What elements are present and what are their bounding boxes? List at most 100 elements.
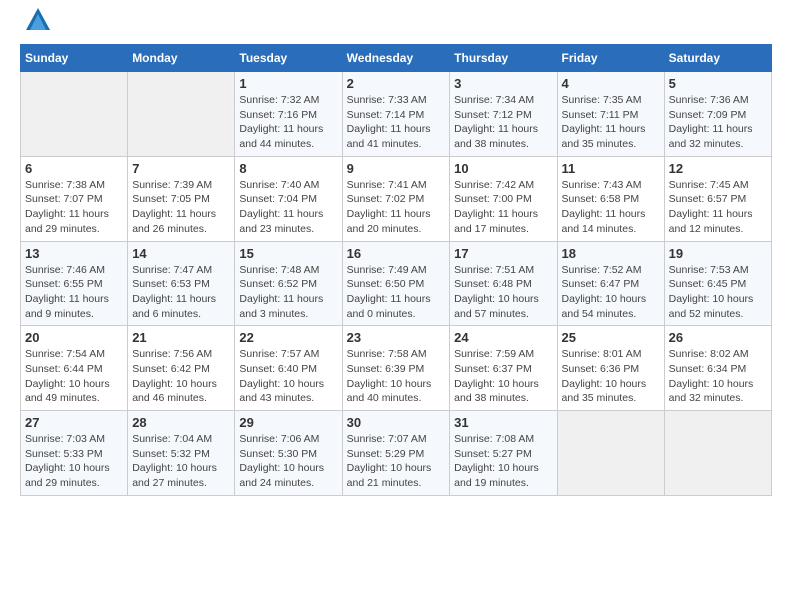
day-info: Sunrise: 7:41 AM Sunset: 7:02 PM Dayligh…: [347, 178, 446, 237]
calendar-day-cell: [557, 411, 664, 496]
day-info: Sunrise: 7:48 AM Sunset: 6:52 PM Dayligh…: [239, 263, 337, 322]
day-number: 21: [132, 330, 230, 345]
calendar-day-cell: 16 Sunrise: 7:49 AM Sunset: 6:50 PM Dayli…: [342, 241, 450, 326]
day-info: Sunrise: 7:56 AM Sunset: 6:42 PM Dayligh…: [132, 347, 230, 406]
day-info: Sunrise: 7:32 AM Sunset: 7:16 PM Dayligh…: [239, 93, 337, 152]
day-number: 12: [669, 161, 767, 176]
day-number: 27: [25, 415, 123, 430]
calendar-day-header: Tuesday: [235, 45, 342, 72]
day-info: Sunrise: 7:39 AM Sunset: 7:05 PM Dayligh…: [132, 178, 230, 237]
day-number: 7: [132, 161, 230, 176]
calendar-day-cell: [664, 411, 771, 496]
calendar-day-cell: 9Sunrise: 7:41 AM Sunset: 7:02 PM Daylig…: [342, 156, 450, 241]
day-number: 23: [347, 330, 446, 345]
day-info: Sunrise: 7:36 AM Sunset: 7:09 PM Dayligh…: [669, 93, 767, 152]
calendar-day-cell: 22 Sunrise: 7:57 AM Sunset: 6:40 PM Dayli…: [235, 326, 342, 411]
day-info: Sunrise: 7:59 AM Sunset: 6:37 PM Dayligh…: [454, 347, 552, 406]
calendar-day-cell: 24Sunrise: 7:59 AM Sunset: 6:37 PM Dayli…: [450, 326, 557, 411]
calendar-day-cell: 13Sunrise: 7:46 AM Sunset: 6:55 PM Dayli…: [21, 241, 128, 326]
calendar-day-cell: 18 Sunrise: 7:52 AM Sunset: 6:47 PM Dayli…: [557, 241, 664, 326]
calendar-day-header: Thursday: [450, 45, 557, 72]
day-number: 22: [239, 330, 337, 345]
calendar-day-cell: 5 Sunrise: 7:36 AM Sunset: 7:09 PM Daylig…: [664, 72, 771, 157]
logo: [20, 20, 52, 34]
calendar-day-header: Sunday: [21, 45, 128, 72]
calendar-week-row: 27 Sunrise: 7:03 AM Sunset: 5:33 PM Dayli…: [21, 411, 772, 496]
day-info: Sunrise: 7:42 AM Sunset: 7:00 PM Dayligh…: [454, 178, 552, 237]
day-number: 8: [239, 161, 337, 176]
day-number: 25: [562, 330, 660, 345]
day-info: Sunrise: 7:40 AM Sunset: 7:04 PM Dayligh…: [239, 178, 337, 237]
day-number: 28: [132, 415, 230, 430]
day-info: Sunrise: 8:02 AM Sunset: 6:34 PM Dayligh…: [669, 347, 767, 406]
calendar-day-cell: 7 Sunrise: 7:39 AM Sunset: 7:05 PM Daylig…: [128, 156, 235, 241]
day-info: Sunrise: 7:47 AM Sunset: 6:53 PM Dayligh…: [132, 263, 230, 322]
day-number: 4: [562, 76, 660, 91]
day-number: 14: [132, 246, 230, 261]
day-info: Sunrise: 7:52 AM Sunset: 6:47 PM Dayligh…: [562, 263, 660, 322]
day-number: 16: [347, 246, 446, 261]
day-info: Sunrise: 7:03 AM Sunset: 5:33 PM Dayligh…: [25, 432, 123, 491]
calendar-day-cell: 27 Sunrise: 7:03 AM Sunset: 5:33 PM Dayli…: [21, 411, 128, 496]
day-info: Sunrise: 7:53 AM Sunset: 6:45 PM Dayligh…: [669, 263, 767, 322]
day-info: Sunrise: 7:49 AM Sunset: 6:50 PM Dayligh…: [347, 263, 446, 322]
calendar-header-row: SundayMondayTuesdayWednesdayThursdayFrid…: [21, 45, 772, 72]
day-info: Sunrise: 7:34 AM Sunset: 7:12 PM Dayligh…: [454, 93, 552, 152]
calendar-week-row: 6Sunrise: 7:38 AM Sunset: 7:07 PM Daylig…: [21, 156, 772, 241]
calendar-day-header: Wednesday: [342, 45, 450, 72]
calendar-day-cell: 19 Sunrise: 7:53 AM Sunset: 6:45 PM Dayli…: [664, 241, 771, 326]
calendar-day-cell: 17 Sunrise: 7:51 AM Sunset: 6:48 PM Dayli…: [450, 241, 557, 326]
logo-icon: [24, 6, 52, 34]
day-number: 1: [239, 76, 337, 91]
calendar-table: SundayMondayTuesdayWednesdayThursdayFrid…: [20, 44, 772, 496]
calendar-day-cell: 1 Sunrise: 7:32 AM Sunset: 7:16 PM Daylig…: [235, 72, 342, 157]
day-info: Sunrise: 7:54 AM Sunset: 6:44 PM Dayligh…: [25, 347, 123, 406]
calendar-day-cell: 30Sunrise: 7:07 AM Sunset: 5:29 PM Dayli…: [342, 411, 450, 496]
calendar-day-cell: 23 Sunrise: 7:58 AM Sunset: 6:39 PM Dayli…: [342, 326, 450, 411]
day-info: Sunrise: 7:33 AM Sunset: 7:14 PM Dayligh…: [347, 93, 446, 152]
day-info: Sunrise: 7:06 AM Sunset: 5:30 PM Dayligh…: [239, 432, 337, 491]
calendar-week-row: 1 Sunrise: 7:32 AM Sunset: 7:16 PM Daylig…: [21, 72, 772, 157]
day-number: 10: [454, 161, 552, 176]
calendar-day-header: Monday: [128, 45, 235, 72]
calendar-day-cell: 28 Sunrise: 7:04 AM Sunset: 5:32 PM Dayli…: [128, 411, 235, 496]
day-number: 26: [669, 330, 767, 345]
calendar-day-cell: 10 Sunrise: 7:42 AM Sunset: 7:00 PM Dayli…: [450, 156, 557, 241]
calendar-day-cell: 4 Sunrise: 7:35 AM Sunset: 7:11 PM Daylig…: [557, 72, 664, 157]
day-number: 17: [454, 246, 552, 261]
day-info: Sunrise: 7:57 AM Sunset: 6:40 PM Dayligh…: [239, 347, 337, 406]
day-number: 29: [239, 415, 337, 430]
page-header: [20, 20, 772, 34]
day-number: 3: [454, 76, 552, 91]
day-info: Sunrise: 7:58 AM Sunset: 6:39 PM Dayligh…: [347, 347, 446, 406]
day-number: 19: [669, 246, 767, 261]
calendar-day-cell: 3 Sunrise: 7:34 AM Sunset: 7:12 PM Daylig…: [450, 72, 557, 157]
calendar-day-header: Saturday: [664, 45, 771, 72]
day-info: Sunrise: 7:04 AM Sunset: 5:32 PM Dayligh…: [132, 432, 230, 491]
day-info: Sunrise: 7:45 AM Sunset: 6:57 PM Dayligh…: [669, 178, 767, 237]
calendar-day-cell: [128, 72, 235, 157]
calendar-day-cell: 25 Sunrise: 8:01 AM Sunset: 6:36 PM Dayli…: [557, 326, 664, 411]
day-info: Sunrise: 7:35 AM Sunset: 7:11 PM Dayligh…: [562, 93, 660, 152]
calendar-day-cell: 12 Sunrise: 7:45 AM Sunset: 6:57 PM Dayli…: [664, 156, 771, 241]
day-number: 30: [347, 415, 446, 430]
calendar-day-cell: 14 Sunrise: 7:47 AM Sunset: 6:53 PM Dayli…: [128, 241, 235, 326]
calendar-week-row: 20 Sunrise: 7:54 AM Sunset: 6:44 PM Dayli…: [21, 326, 772, 411]
day-number: 20: [25, 330, 123, 345]
day-info: Sunrise: 7:38 AM Sunset: 7:07 PM Dayligh…: [25, 178, 123, 237]
calendar-day-cell: 26 Sunrise: 8:02 AM Sunset: 6:34 PM Dayli…: [664, 326, 771, 411]
day-number: 15: [239, 246, 337, 261]
day-info: Sunrise: 8:01 AM Sunset: 6:36 PM Dayligh…: [562, 347, 660, 406]
day-number: 5: [669, 76, 767, 91]
calendar-day-cell: 11Sunrise: 7:43 AM Sunset: 6:58 PM Dayli…: [557, 156, 664, 241]
calendar-day-cell: 15 Sunrise: 7:48 AM Sunset: 6:52 PM Dayli…: [235, 241, 342, 326]
calendar-day-cell: 2Sunrise: 7:33 AM Sunset: 7:14 PM Daylig…: [342, 72, 450, 157]
day-info: Sunrise: 7:08 AM Sunset: 5:27 PM Dayligh…: [454, 432, 552, 491]
calendar-day-cell: 21 Sunrise: 7:56 AM Sunset: 6:42 PM Dayli…: [128, 326, 235, 411]
calendar-day-cell: 6Sunrise: 7:38 AM Sunset: 7:07 PM Daylig…: [21, 156, 128, 241]
calendar-day-cell: 20 Sunrise: 7:54 AM Sunset: 6:44 PM Dayli…: [21, 326, 128, 411]
day-number: 18: [562, 246, 660, 261]
day-info: Sunrise: 7:51 AM Sunset: 6:48 PM Dayligh…: [454, 263, 552, 322]
calendar-day-cell: 8 Sunrise: 7:40 AM Sunset: 7:04 PM Daylig…: [235, 156, 342, 241]
day-info: Sunrise: 7:43 AM Sunset: 6:58 PM Dayligh…: [562, 178, 660, 237]
